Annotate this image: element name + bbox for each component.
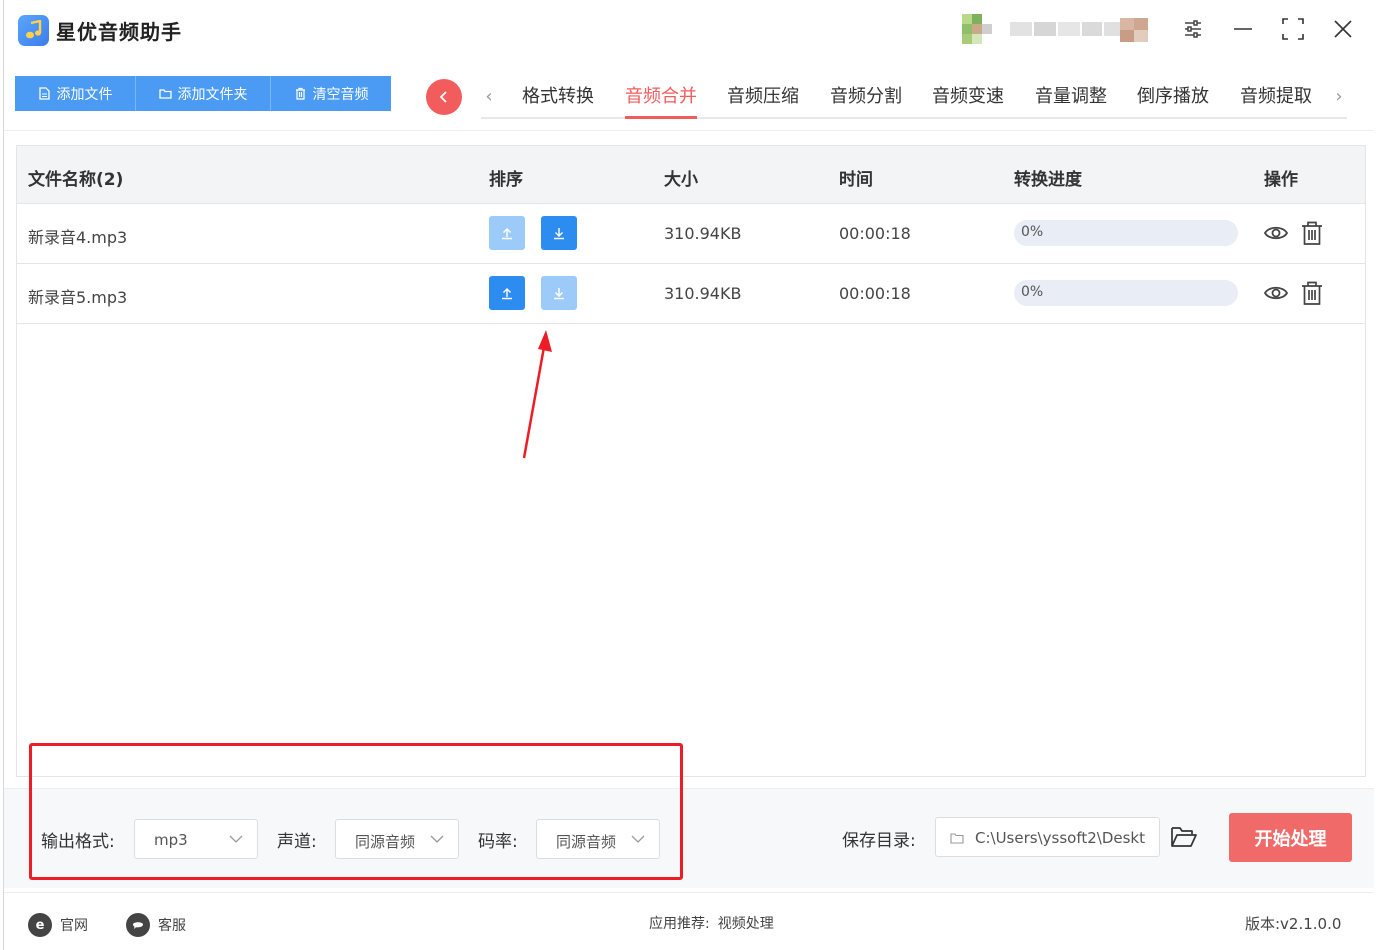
clear-audio-label: 清空音频: [312, 86, 369, 103]
file-toolbar: 添加文件 添加文件夹 清空音频: [15, 76, 391, 111]
tab-scroll-right-icon[interactable]: ›: [1331, 86, 1347, 107]
file-duration: 00:00:18: [839, 224, 911, 243]
move-down-button: [541, 276, 577, 310]
annotation-arrow: [522, 330, 552, 459]
add-file-button[interactable]: 添加文件: [15, 76, 136, 111]
maximize-icon[interactable]: [1278, 14, 1308, 44]
add-folder-button[interactable]: 添加文件夹: [136, 76, 271, 111]
table-header: 文件名称(2) 排序 大小 时间 转换进度 操作: [17, 146, 1365, 204]
settings-sliders-icon[interactable]: [1178, 14, 1208, 44]
move-down-button[interactable]: [541, 216, 577, 250]
minimize-icon[interactable]: [1228, 14, 1258, 44]
conversion-progress-bar: 0%: [1014, 280, 1238, 306]
save-directory-label: 保存目录:: [842, 831, 916, 851]
folder-icon: [950, 833, 964, 844]
back-button[interactable]: [426, 79, 462, 115]
website-label: 官网: [60, 918, 88, 934]
arrow-up-icon: [502, 228, 512, 240]
support-label: 客服: [158, 918, 186, 934]
add-file-label: 添加文件: [56, 86, 113, 103]
table-row[interactable]: 新录音5.mp3 310.94KB 00:00:18 0%: [17, 264, 1365, 324]
trash-icon: [295, 87, 305, 100]
table-row[interactable]: 新录音4.mp3 310.94KB 00:00:18 0%: [17, 204, 1365, 264]
file-name: 新录音5.mp3: [28, 288, 128, 307]
chat-bubble-icon: [126, 913, 150, 937]
file-duration: 00:00:18: [839, 284, 911, 303]
progress-text: 0%: [1021, 224, 1044, 240]
header-progress: 转换进度: [1014, 170, 1082, 190]
app-title: 星优音频助手: [56, 20, 182, 44]
app-logo-icon: [18, 15, 49, 46]
header-divider: [4, 130, 1374, 131]
arrow-down-icon: [554, 228, 564, 240]
file-icon: [38, 87, 50, 100]
start-processing-button[interactable]: 开始处理: [1229, 813, 1352, 862]
clear-audio-button[interactable]: 清空音频: [271, 76, 391, 111]
version-text: 版本:v2.1.0.0: [1245, 915, 1342, 933]
user-account-blurred[interactable]: [962, 14, 1162, 46]
tab-format-convert[interactable]: 格式转换: [522, 82, 594, 119]
header-sort: 排序: [489, 170, 523, 190]
save-directory-input[interactable]: C:\Users\yssoft2\Deskt: [935, 817, 1160, 857]
open-folder-icon[interactable]: [1171, 825, 1197, 849]
app-recommendation[interactable]: 应用推荐: 视频处理: [649, 913, 774, 933]
preview-eye-icon[interactable]: [1263, 280, 1289, 306]
tab-audio-merge[interactable]: 音频合并: [625, 82, 697, 119]
header-size: 大小: [664, 170, 698, 190]
close-icon[interactable]: [1328, 14, 1358, 44]
header-time: 时间: [839, 170, 873, 190]
conversion-progress-bar: 0%: [1014, 220, 1238, 246]
recommend-label: 应用推荐:: [649, 916, 710, 932]
save-path-value: C:\Users\yssoft2\Deskt: [975, 829, 1145, 847]
add-folder-label: 添加文件夹: [177, 86, 248, 103]
header-name: 文件名称(2): [28, 170, 124, 190]
arrow-down-icon: [554, 288, 564, 300]
move-up-button[interactable]: [489, 276, 525, 310]
tab-volume-adjust[interactable]: 音量调整: [1035, 82, 1107, 119]
delete-trash-icon[interactable]: [1299, 220, 1325, 246]
file-name: 新录音4.mp3: [28, 228, 128, 247]
tab-audio-split[interactable]: 音频分割: [830, 82, 902, 119]
annotation-highlight-box: [29, 743, 683, 880]
tab-audio-compress[interactable]: 音频压缩: [727, 82, 799, 119]
arrow-up-icon: [502, 288, 512, 300]
support-link[interactable]: 客服: [126, 913, 186, 937]
progress-text: 0%: [1021, 284, 1044, 300]
app-window: 星优音频助手 添加文件 添加文件夹 清空音频 ‹ 格式转换 音频合并 音频压缩 …: [3, 0, 1376, 950]
delete-trash-icon[interactable]: [1299, 280, 1325, 306]
chevron-left-icon: [439, 91, 447, 103]
preview-eye-icon[interactable]: [1263, 220, 1289, 246]
function-tabs: ‹ 格式转换 音频合并 音频压缩 音频分割 音频变速 音量调整 倒序播放 音频提…: [481, 74, 1347, 119]
tab-audio-speed[interactable]: 音频变速: [932, 82, 1004, 119]
folder-icon: [158, 89, 172, 99]
file-table: 文件名称(2) 排序 大小 时间 转换进度 操作 新录音4.mp3 310.94…: [16, 145, 1366, 777]
tab-reverse-play[interactable]: 倒序播放: [1137, 82, 1209, 119]
tab-scroll-left-icon[interactable]: ‹: [481, 86, 497, 107]
tab-audio-extract[interactable]: 音频提取: [1240, 82, 1312, 119]
website-link[interactable]: e 官网: [28, 913, 88, 937]
ie-browser-icon: e: [28, 913, 52, 937]
header-action: 操作: [1264, 170, 1298, 190]
file-size: 310.94KB: [664, 224, 742, 243]
footer: e 官网 客服 应用推荐: 视频处理 版本:v2.1.0.0: [4, 892, 1374, 950]
move-up-button: [489, 216, 525, 250]
file-size: 310.94KB: [664, 284, 742, 303]
recommend-value[interactable]: 视频处理: [718, 913, 774, 933]
